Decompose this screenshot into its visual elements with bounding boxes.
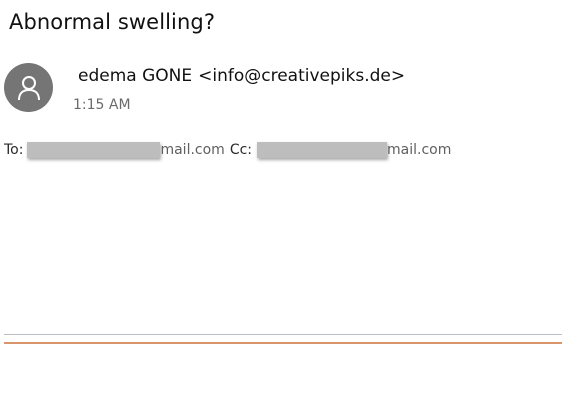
redacted-cc-address — [257, 142, 388, 158]
email-reading-pane: Abnormal swelling? edema GONE <info@creat… — [0, 0, 563, 402]
sender-line[interactable]: edema GONE <info@creativepiks.de> — [78, 66, 405, 86]
accent-divider — [4, 342, 562, 344]
redacted-to-address — [27, 142, 161, 158]
divider — [4, 334, 562, 335]
recipients-line: To: mail.com Cc: mail.com — [4, 140, 451, 160]
sender-avatar[interactable] — [4, 63, 53, 112]
person-icon — [17, 75, 40, 100]
cc-label: Cc: — [229, 142, 253, 158]
received-time: 1:15 AM — [73, 97, 131, 113]
to-address[interactable]: mail.com — [160, 142, 224, 158]
email-subject: Abnormal swelling? — [9, 10, 216, 34]
sender-name: edema GONE — [78, 66, 193, 86]
sender-email: <info@creativepiks.de> — [198, 66, 406, 86]
cc-address[interactable]: mail.com — [387, 142, 451, 158]
to-label: To: — [4, 142, 24, 158]
